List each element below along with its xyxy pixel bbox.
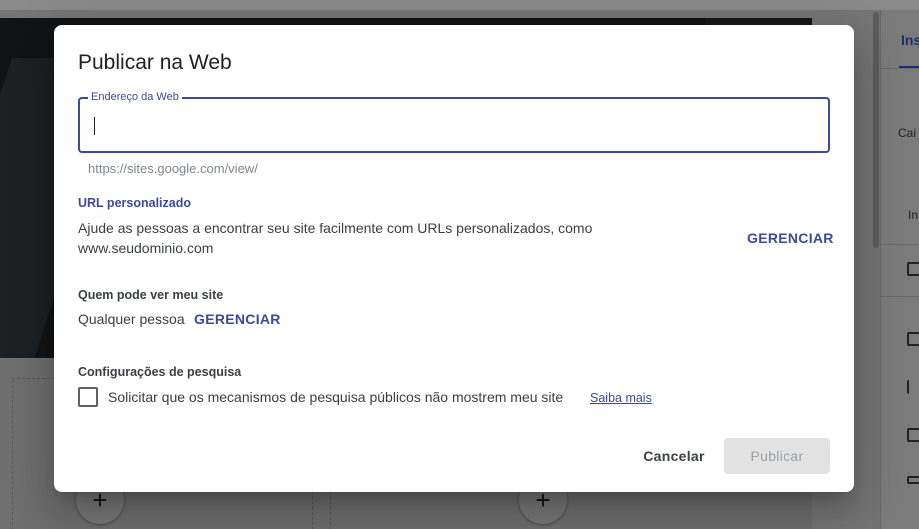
manage-custom-url-button[interactable]: GERENCIAR [747,230,834,246]
editor-topbar [0,0,919,10]
publish-dialog: Publicar na Web Endereço da Web https://… [54,25,854,492]
toc-icon [907,380,919,394]
publish-button[interactable]: Publicar [724,438,830,474]
scrollbar-thumb [873,12,879,248]
divider-icon [907,332,919,346]
panel-text: Cai [898,126,917,140]
custom-url-description: Ajude as pessoas a encontrar seu site fa… [78,218,592,258]
custom-url-description-line: Ajude as pessoas a encontrar seu site fa… [78,220,593,236]
cancel-button[interactable]: Cancelar [636,438,712,474]
editor-scrollbar [872,10,880,529]
text-cursor [94,117,95,135]
custom-url-description-line: www.seudominio.com [78,240,214,256]
who-can-see-value: Qualquer pessoa [78,311,185,327]
panel-divider [881,68,919,69]
panel-divider [881,296,919,297]
url-prefix: https://sites.google.com/view/ [88,161,258,176]
layout-icon [907,262,919,276]
hide-from-search-label: Solicitar que os mecanismos de pesquisa … [108,389,564,405]
dialog-title: Publicar na Web [78,51,232,74]
tab-insert: Ins [901,32,919,48]
button-icon [907,476,919,484]
panel-text: In [908,208,919,222]
search-settings-heading: Configurações de pesquisa [78,365,242,379]
who-can-see-heading: Quem pode ver meu site [78,288,224,302]
side-panel: Ins Cai In [880,10,919,529]
learn-more-link[interactable]: Saiba mais [590,391,652,405]
carousel-icon [907,428,919,442]
column-guide [12,380,13,529]
manage-sharing-button[interactable]: GERENCIAR [194,311,281,327]
hide-from-search-checkbox[interactable] [78,387,98,407]
custom-url-heading: URL personalizado [78,196,191,210]
web-address-input[interactable] [100,99,820,151]
panel-divider [881,244,919,245]
web-address-field[interactable]: Endereço da Web [78,90,830,153]
